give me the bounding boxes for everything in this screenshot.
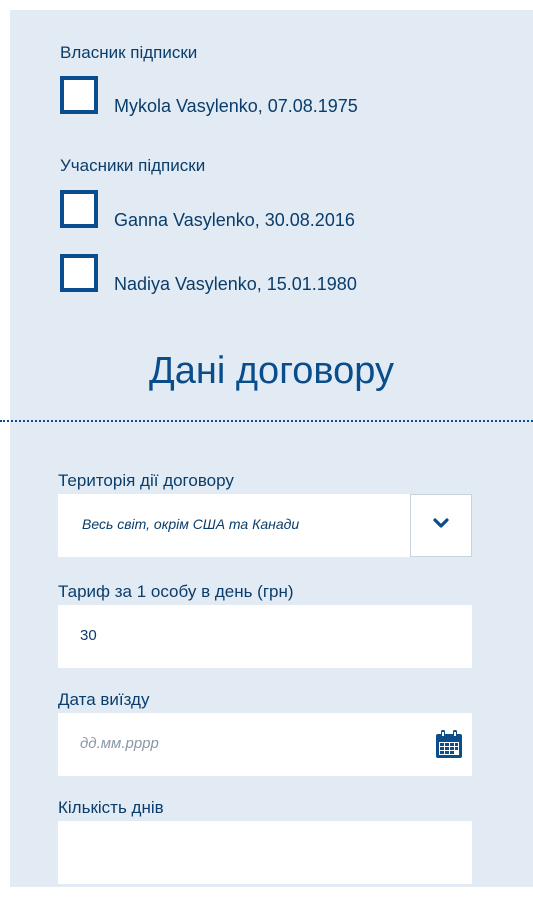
participant-name-1: Ganna Vasylenko, 30.08.2016 — [114, 210, 355, 230]
departure-date-label: Дата виїзду — [58, 690, 150, 709]
subscription-panel: Власник підписки Mykola Vasylenko, 07.08… — [0, 10, 533, 887]
days-label: Кількість днів — [58, 798, 164, 817]
tariff-label: Тариф за 1 особу в день (грн) — [58, 582, 294, 601]
owner-section-label: Власник підписки — [60, 43, 198, 62]
participant-checkbox-1[interactable] — [60, 190, 98, 228]
participant-checkbox-row-1[interactable]: Ganna Vasylenko, 30.08.2016 — [60, 188, 355, 230]
owner-checkbox[interactable] — [60, 76, 98, 114]
departure-date-input[interactable]: дд.мм.рррр — [58, 713, 472, 776]
tariff-value: 30 — [80, 627, 97, 644]
departure-date-placeholder: дд.мм.рррр — [80, 735, 159, 752]
days-input[interactable] — [58, 821, 472, 884]
territory-select[interactable]: Весь світ, окрім США та Канади — [58, 494, 472, 557]
participant-name-2: Nadiya Vasylenko, 15.01.1980 — [114, 274, 357, 294]
tariff-input[interactable]: 30 — [58, 605, 472, 668]
section-divider — [0, 420, 533, 422]
owner-name: Mykola Vasylenko, 07.08.1975 — [114, 96, 358, 116]
owner-checkbox-row[interactable]: Mykola Vasylenko, 07.08.1975 — [60, 74, 358, 116]
territory-dropdown-button[interactable] — [410, 494, 472, 557]
calendar-button[interactable] — [432, 727, 466, 761]
territory-selected-value: Весь світ, окрім США та Канади — [82, 516, 300, 532]
participant-checkbox-2[interactable] — [60, 254, 98, 292]
chevron-down-icon — [433, 517, 449, 535]
territory-label: Територія дії договору — [58, 471, 234, 490]
participants-section-label: Учасники підписки — [60, 156, 206, 175]
participant-checkbox-row-2[interactable]: Nadiya Vasylenko, 15.01.1980 — [60, 252, 357, 294]
contract-heading: Дані договору — [149, 350, 394, 392]
calendar-icon — [432, 730, 466, 765]
